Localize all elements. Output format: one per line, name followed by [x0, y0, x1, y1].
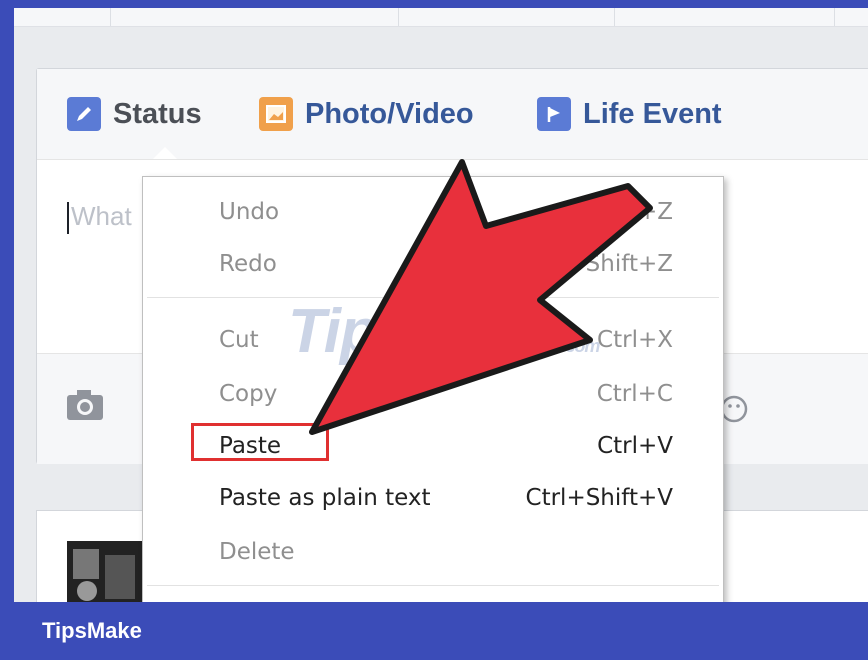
footer-bar: TipsMake	[0, 602, 868, 660]
arrow-pointer	[309, 159, 653, 435]
footer-brand: TipsMake	[42, 618, 142, 643]
